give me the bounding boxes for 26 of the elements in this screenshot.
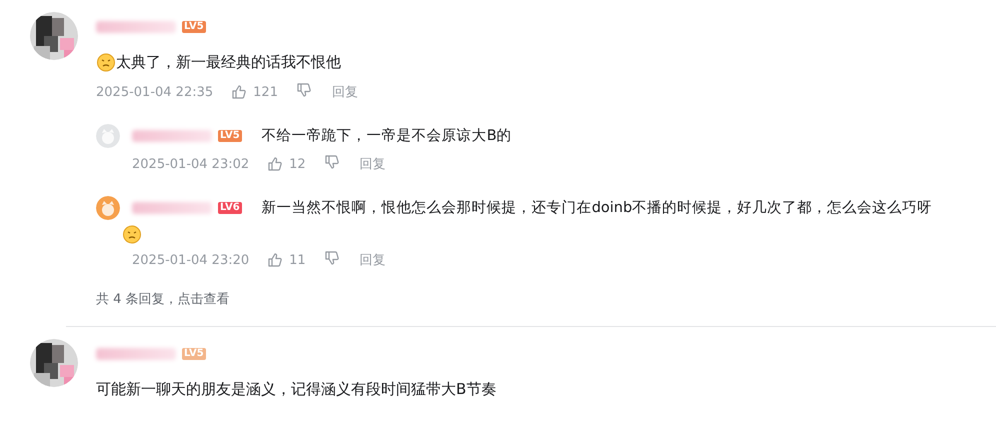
- emoji-icon: [96, 52, 116, 72]
- reply-link[interactable]: 回复: [332, 83, 358, 101]
- like-count: 12: [289, 156, 306, 172]
- like-icon[interactable]: [267, 156, 284, 172]
- comment-time: 2025-01-04 22:35: [96, 84, 214, 100]
- like-icon[interactable]: [267, 252, 284, 268]
- like-count: 11: [289, 252, 306, 268]
- dislike-icon[interactable]: [296, 82, 312, 98]
- level-badge: LV5: [218, 130, 242, 142]
- level-badge: LV5: [182, 21, 206, 33]
- level-badge: LV6: [218, 202, 242, 214]
- level-badge: LV5: [182, 348, 206, 360]
- dislike-icon[interactable]: [324, 250, 340, 266]
- like-icon[interactable]: [231, 84, 248, 100]
- reply-time: 2025-01-04 23:02: [132, 156, 250, 172]
- reply-time: 2025-01-04 23:20: [132, 252, 250, 268]
- reply-link[interactable]: 回复: [360, 251, 386, 269]
- reply-link[interactable]: 回复: [360, 155, 386, 173]
- emoji-icon: [122, 224, 142, 244]
- comment-text: 可能新一聊天的朋友是涵义，记得涵义有段时间猛带大B节奏: [96, 379, 496, 400]
- like-count: 121: [253, 84, 278, 100]
- comment-text: 太典了，新一最经典的话我不恨他: [116, 52, 341, 73]
- reply-text: 新一当然不恨啊，恨他怎么会那时候提，还专门在doinb不播的时候提，好几次了都，怎么会这么巧呀: [262, 200, 932, 216]
- dislike-icon[interactable]: [324, 154, 340, 170]
- reply-text: 不给一帝跪下，一帝是不会原谅大B的: [262, 128, 512, 144]
- view-replies-link[interactable]: 共 4 条回复，点击查看: [96, 290, 996, 308]
